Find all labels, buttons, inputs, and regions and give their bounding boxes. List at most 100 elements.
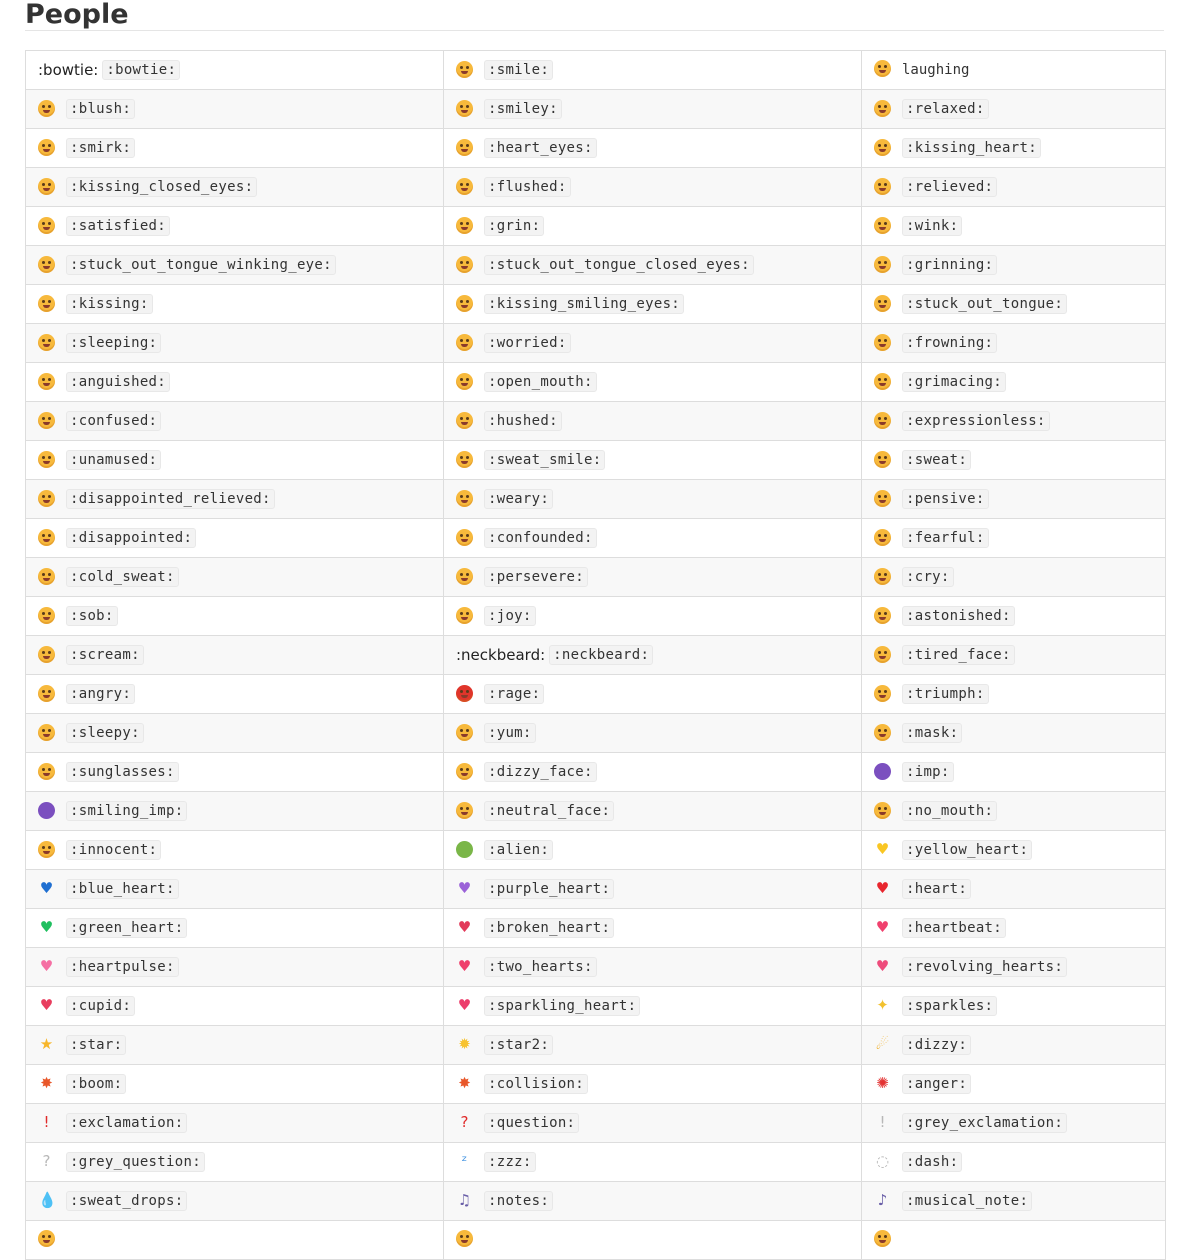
astonished-icon xyxy=(874,606,891,624)
emoji-cell: ?:question: xyxy=(443,1103,862,1143)
rage-icon xyxy=(456,684,473,702)
broken-heart-icon: ♥ xyxy=(457,917,472,936)
emoji-code: :no_mouth: xyxy=(902,801,998,821)
boom-icon: ✸ xyxy=(40,1073,53,1092)
text-emoji: :neckbeard: xyxy=(456,646,546,664)
emoji-code: :grin: xyxy=(484,216,545,236)
emoji-cell: :stuck_out_tongue_closed_eyes: xyxy=(443,245,862,285)
table-row: :sob::joy::astonished: xyxy=(25,596,1166,636)
emoji-code: :cupid: xyxy=(66,996,136,1016)
cold-sweat-icon xyxy=(38,567,55,585)
sparkling-heart-icon: ♥ xyxy=(457,995,472,1014)
emoji-cell: :sweat_smile: xyxy=(443,440,862,480)
emoji-code: :confounded: xyxy=(484,528,597,548)
yellow-heart-icon: ♥ xyxy=(875,839,890,858)
smiley-icon xyxy=(456,99,473,117)
emoji-code: :disappointed: xyxy=(66,528,197,548)
emoji-code: :exclamation: xyxy=(66,1113,188,1133)
emoji-cell: :neckbeard::neckbeard: xyxy=(443,635,862,675)
scream-icon xyxy=(38,645,55,663)
emoji-cell: :persevere: xyxy=(443,557,862,597)
emoji-cell: :heart_eyes: xyxy=(443,128,862,168)
emoji-cell: :unamused: xyxy=(25,440,444,480)
emoji-cell: :sleepy: xyxy=(25,713,444,753)
table-row: :blush::smiley::relaxed: xyxy=(25,89,1166,129)
heartbeat-icon: ♥ xyxy=(875,917,890,936)
emoji-code: laughing xyxy=(902,61,970,78)
emoji-code: :blue_heart: xyxy=(66,879,179,899)
table-row: :scream::neckbeard::neckbeard::tired_fac… xyxy=(25,635,1166,675)
emoji-cell: ♥:cupid: xyxy=(25,986,444,1026)
emoji-cell: ♥:two_hearts: xyxy=(443,947,862,987)
star2-icon: ✹ xyxy=(458,1034,471,1053)
grey-question-icon: ? xyxy=(42,1151,51,1170)
emoji-code: :bowtie: xyxy=(102,60,181,80)
emoji-code: :star: xyxy=(66,1035,127,1055)
emoji-code: :persevere: xyxy=(484,567,589,587)
emoji-code: :sleepy: xyxy=(66,723,144,743)
dizzy-face-icon xyxy=(456,762,473,780)
stuck-out-tongue-winking-eye-icon xyxy=(38,255,55,273)
sweat-icon xyxy=(874,450,891,468)
emoji-cell: :mask: xyxy=(861,713,1166,753)
emoji-cell: :open_mouth: xyxy=(443,362,862,402)
kissing-closed-eyes-icon xyxy=(38,177,55,195)
sob-icon xyxy=(38,606,55,624)
table-row: :innocent::alien: ♥:yellow_heart: xyxy=(25,830,1166,870)
emoji-code: :cry: xyxy=(902,567,954,587)
revolving-hearts-icon: ♥ xyxy=(875,956,890,975)
emoji-code: :sleeping: xyxy=(66,333,162,353)
purple-heart-icon: ♥ xyxy=(457,878,472,897)
laughing-icon xyxy=(874,60,891,78)
emoji-code: :kissing_smiling_eyes: xyxy=(484,294,685,314)
emoji-code: :notes: xyxy=(484,1191,554,1211)
emoji-code: :heart: xyxy=(902,879,972,899)
emoji-code: :kissing: xyxy=(66,294,153,314)
unamused-icon xyxy=(38,450,55,468)
emoji-cell: :expressionless: xyxy=(861,401,1166,441)
emoji-cell xyxy=(443,1220,862,1260)
kissing-heart-icon xyxy=(874,138,891,156)
emoji-code: :zzz: xyxy=(484,1152,536,1172)
emoji-code: :two_hearts: xyxy=(484,957,597,977)
collision-icon: ✸ xyxy=(458,1073,471,1092)
anger-icon: ✺ xyxy=(876,1073,889,1092)
emoji-code: :grinning: xyxy=(902,255,998,275)
question-icon: ? xyxy=(460,1112,469,1131)
emoji-cell: :grinning: xyxy=(861,245,1166,285)
emoji-cell: ♪:musical_note: xyxy=(861,1181,1166,1221)
sweat-drops-icon: 💧 xyxy=(38,1190,57,1209)
musical-note-icon: ♪ xyxy=(877,1190,888,1209)
table-row: :disappointed::confounded::fearful: xyxy=(25,518,1166,558)
emoji-cell: ✦:sparkles: xyxy=(861,986,1166,1026)
emoji-cell: ☄ :dizzy: xyxy=(861,1025,1166,1065)
kissing-icon xyxy=(38,294,55,312)
emoji-cell: ✺:anger: xyxy=(861,1064,1166,1104)
emoji-code: :grey_exclamation: xyxy=(902,1113,1068,1133)
emoji-code: :frowning: xyxy=(902,333,998,353)
table-row: ✸:boom: ✸:collision: ✺:anger: xyxy=(25,1064,1166,1104)
pensive-icon xyxy=(874,489,891,507)
table-row: :satisfied::grin::wink: xyxy=(25,206,1166,246)
emoji-cell: :kissing: xyxy=(25,284,444,324)
table-row: :disappointed_relieved::weary::pensive: xyxy=(25,479,1166,519)
emoji-code: :hushed: xyxy=(484,411,562,431)
emoji-code: :dizzy: xyxy=(902,1035,972,1055)
emoji-cell: :no_mouth: xyxy=(861,791,1166,831)
emoji-cell: ♥:broken_heart: xyxy=(443,908,862,948)
emoji-cell: :kissing_smiling_eyes: xyxy=(443,284,862,324)
emoji-cell: :joy: xyxy=(443,596,862,636)
confused-icon xyxy=(38,411,55,429)
emoji-cell: ᶻ:zzz: xyxy=(443,1142,862,1182)
emoji-code: :stuck_out_tongue_winking_eye: xyxy=(66,255,336,275)
emoji-code: :kissing_heart: xyxy=(902,138,1041,158)
emoji-code: :grey_question: xyxy=(66,1152,205,1172)
emoji-cell: :cry: xyxy=(861,557,1166,597)
dizzy-icon: ☄ xyxy=(875,1034,890,1053)
satisfied-icon xyxy=(38,216,55,234)
weary-icon xyxy=(456,489,473,507)
emoji-cell: :sleeping: xyxy=(25,323,444,363)
emoji-code: :satisfied: xyxy=(66,216,171,236)
emoji-code: :disappointed_relieved: xyxy=(66,489,275,509)
blush-icon xyxy=(38,99,55,117)
